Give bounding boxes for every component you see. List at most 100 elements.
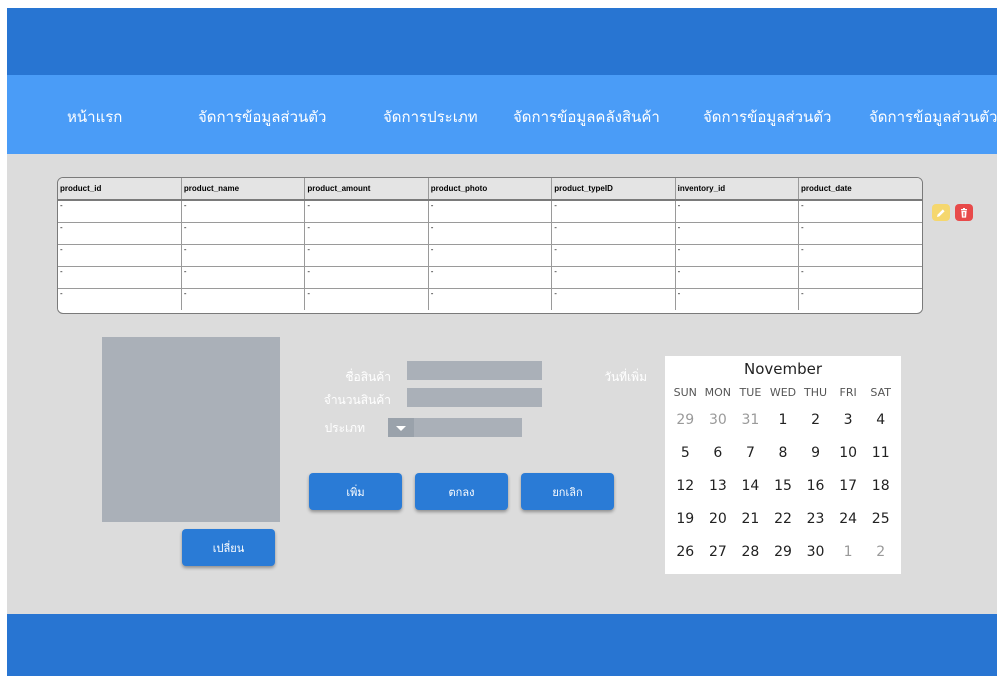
calendar-day[interactable]: 21 [734, 503, 767, 536]
product-name-input[interactable] [407, 361, 542, 380]
table-cell: - [551, 200, 676, 223]
column-header: product_name [181, 178, 306, 201]
calendar-day[interactable]: 2 [799, 404, 832, 437]
table-row[interactable]: - - - - - - - [58, 266, 922, 289]
table-cell: - [798, 222, 922, 245]
calendar-day[interactable]: 19 [669, 503, 702, 536]
table-cell: - [551, 288, 676, 310]
table-cell: - [675, 222, 800, 245]
delete-button[interactable] [955, 204, 973, 221]
calendar-day[interactable]: 24 [832, 503, 865, 536]
table-cell: - [551, 244, 676, 267]
calendar-day[interactable]: 7 [734, 437, 767, 470]
calendar-day[interactable]: 22 [767, 503, 800, 536]
calendar-day[interactable]: 30 [799, 536, 832, 569]
calendar-day[interactable]: 2 [864, 536, 897, 569]
add-button[interactable]: เพิ่ม [309, 473, 402, 510]
app-frame: หน้าแรก จัดการข้อมูลส่วนตัว จัดการประเภท… [7, 8, 997, 676]
column-header: product_date [798, 178, 922, 201]
table-row[interactable]: - - - - - - - [58, 288, 922, 310]
calendar-day[interactable]: 17 [832, 470, 865, 503]
calendar-day[interactable]: 28 [734, 536, 767, 569]
table-row[interactable]: - - - - - - - [58, 222, 922, 245]
table-cell: - [181, 222, 306, 245]
nav-item-categories[interactable]: จัดการประเภท [383, 105, 478, 129]
calendar-weekday: MON [704, 386, 732, 399]
edit-button[interactable] [932, 204, 950, 221]
nav-item-inventory[interactable]: จัดการข้อมูลคลังสินค้า [513, 105, 660, 129]
calendar-day[interactable]: 20 [702, 503, 735, 536]
calendar-day[interactable]: 15 [767, 470, 800, 503]
product-amount-label: จำนวนสินค้า [323, 393, 391, 407]
calendar-day[interactable]: 9 [799, 437, 832, 470]
calendar-day[interactable]: 1 [767, 404, 800, 437]
calendar-day[interactable]: 29 [767, 536, 800, 569]
table-cell: - [428, 288, 553, 310]
table-row[interactable]: - - - - - - - [58, 244, 922, 267]
calendar-weekday: WED [769, 386, 797, 399]
calendar-day[interactable]: 8 [767, 437, 800, 470]
calendar-day[interactable]: 5 [669, 437, 702, 470]
column-header: product_photo [428, 178, 553, 201]
table-cell: - [675, 288, 800, 310]
calendar-grid: SUN MON TUE WED THU FRI SAT 29 30 31 1 2 3 4 5 6 7 8 9 10 11… [669, 382, 897, 569]
calendar-day[interactable]: 14 [734, 470, 767, 503]
table-cell: - [675, 200, 800, 223]
table-cell: - [428, 244, 553, 267]
calendar-day[interactable]: 12 [669, 470, 702, 503]
date-picker-calendar: November SUN MON TUE WED THU FRI SAT 29 30 31 1 2 3 4… [665, 356, 901, 574]
product-amount-input[interactable] [407, 388, 542, 407]
calendar-day[interactable]: 16 [799, 470, 832, 503]
calendar-day[interactable]: 4 [864, 404, 897, 437]
calendar-day[interactable]: 30 [702, 404, 735, 437]
calendar-day[interactable]: 23 [799, 503, 832, 536]
calendar-day[interactable]: 25 [864, 503, 897, 536]
table-cell: - [181, 288, 306, 310]
calendar-day[interactable]: 3 [832, 404, 865, 437]
cancel-button[interactable]: ยกเลิก [521, 473, 614, 510]
calendar-day[interactable]: 1 [832, 536, 865, 569]
calendar-day[interactable]: 13 [702, 470, 735, 503]
calendar-day[interactable]: 6 [702, 437, 735, 470]
table-cell: - [304, 266, 429, 289]
nav-item-profile-2[interactable]: จัดการข้อมูลส่วนตัว [703, 105, 831, 129]
table-cell: - [675, 266, 800, 289]
nav-item-profile[interactable]: จัดการข้อมูลส่วนตัว [198, 105, 326, 129]
table-cell: - [304, 222, 429, 245]
table-cell: - [798, 288, 922, 310]
calendar-weekday: SAT [870, 386, 891, 399]
footer-bar [7, 614, 997, 676]
table-cell: - [798, 244, 922, 267]
table-cell: - [181, 266, 306, 289]
table-cell: - [798, 266, 922, 289]
calendar-day[interactable]: 29 [669, 404, 702, 437]
column-header: product_typeID [551, 178, 676, 201]
product-type-select[interactable] [388, 418, 522, 437]
calendar-day[interactable]: 27 [702, 536, 735, 569]
trash-icon [961, 207, 967, 218]
table-cell: - [798, 200, 922, 223]
table-cell: - [428, 266, 553, 289]
calendar-day[interactable]: 31 [734, 404, 767, 437]
confirm-button[interactable]: ตกลง [415, 473, 508, 510]
calendar-day[interactable]: 26 [669, 536, 702, 569]
calendar-day[interactable]: 11 [864, 437, 897, 470]
table-cell: - [304, 288, 429, 310]
nav-item-home[interactable]: หน้าแรก [67, 105, 122, 129]
table-row[interactable]: - - - - - - - [58, 200, 922, 223]
table-cell: - [304, 244, 429, 267]
table-cell: - [551, 266, 676, 289]
calendar-weekday: TUE [739, 386, 762, 399]
table-cell: - [675, 244, 800, 267]
nav-item-profile-3[interactable]: จัดการข้อมูลส่วนตัว [869, 105, 997, 129]
calendar-month-title: November [743, 360, 823, 378]
date-added-label: วันที่เพิ่ม [604, 370, 647, 384]
calendar-weekday: FRI [839, 386, 857, 399]
calendar-day[interactable]: 18 [864, 470, 897, 503]
calendar-weekday: THU [804, 386, 828, 399]
select-toggle[interactable] [388, 418, 414, 437]
pencil-icon [937, 208, 945, 217]
change-photo-button[interactable]: เปลี่ยน [182, 529, 275, 566]
calendar-day[interactable]: 10 [832, 437, 865, 470]
product-table: product_id product_name product_amount p… [57, 177, 923, 314]
